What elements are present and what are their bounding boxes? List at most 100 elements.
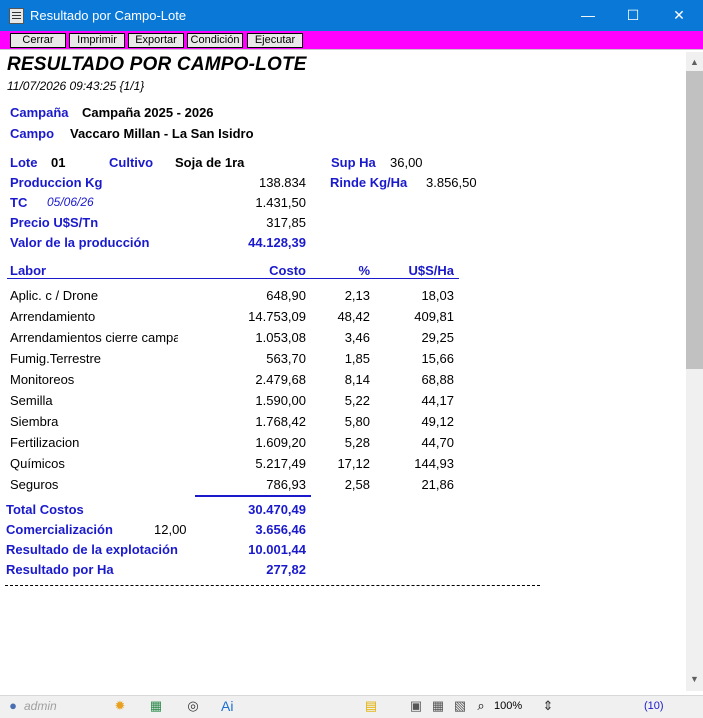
tc-date: 05/06/26: [47, 195, 94, 209]
folders-icon[interactable]: ▤: [362, 698, 380, 714]
row-pct: 2,13: [344, 288, 370, 303]
row-pct: 1,85: [344, 351, 370, 366]
scroll-down-icon[interactable]: ▼: [686, 671, 703, 688]
resultado-explotacion-label: Resultado de la explotación: [6, 542, 178, 557]
imprimir-button[interactable]: Imprimir: [69, 33, 125, 48]
produccion-label: Produccion Kg: [10, 175, 103, 190]
row-costo: 2.479,68: [255, 372, 306, 387]
row-labor: Fumig.Terrestre: [10, 351, 102, 366]
row-usha: 29,25: [421, 330, 454, 345]
status-bar: [0, 695, 703, 718]
valor-label: Valor de la producción: [10, 235, 150, 250]
sql-icon[interactable]: ▧: [452, 698, 468, 714]
resultado-ha-label: Resultado por Ha: [6, 562, 114, 577]
condicion-button[interactable]: Condición: [187, 33, 243, 48]
lote-value: 01: [51, 155, 66, 170]
row-costo: 563,70: [266, 351, 306, 366]
precio-value: 317,85: [266, 215, 306, 230]
row-pct: 48,42: [337, 309, 370, 324]
row-costo: 648,90: [266, 288, 306, 303]
row-labor: Seguros: [10, 477, 59, 492]
minimize-button[interactable]: —: [565, 0, 611, 31]
resultado-ha-value: 277,82: [266, 562, 306, 577]
user-name: admin: [24, 699, 57, 713]
precio-label: Precio U$S/Tn: [10, 215, 99, 230]
toolbar: Cerrar Imprimir Exportar Condición Ejecu…: [0, 31, 703, 49]
binoculars-icon[interactable]: ◎: [184, 698, 202, 714]
total-costos-label: Total Costos: [6, 502, 84, 517]
comercializacion-label: Comercialización: [6, 522, 113, 537]
row-pct: 5,80: [344, 414, 370, 429]
lote-label: Lote: [10, 155, 38, 170]
ai-button[interactable]: Ai: [221, 698, 233, 714]
calculator-icon[interactable]: ▦: [148, 698, 164, 714]
tc-label: TC: [10, 195, 28, 210]
row-usha: 144,93: [414, 456, 454, 471]
row-labor: Semilla: [10, 393, 53, 408]
row-labor: Químicos: [10, 456, 65, 471]
row-costo: 5.217,49: [255, 456, 306, 471]
scrollbar-thumb[interactable]: [686, 71, 703, 369]
row-costo: 1.609,20: [255, 435, 306, 450]
exportar-button[interactable]: Exportar: [128, 33, 184, 48]
sup-value: 36,00: [390, 155, 423, 170]
report-title: RESULTADO POR CAMPO-LOTE: [7, 54, 307, 75]
campo-value: Vaccaro Millan - La San Isidro: [70, 126, 254, 141]
tc-value: 1.431,50: [255, 195, 306, 210]
row-costo: 786,93: [266, 477, 306, 492]
row-labor: Aplic. c / Drone: [10, 288, 99, 303]
row-usha: 15,66: [421, 351, 454, 366]
col-labor-header: Labor: [10, 263, 47, 278]
resultado-explotacion-value: 10.001,44: [248, 542, 306, 557]
campana-label: Campaña: [10, 105, 69, 120]
zoom-icon[interactable]: ⌕: [474, 698, 488, 714]
valor-value: 44.128,39: [248, 235, 306, 250]
col-pct-header: %: [358, 263, 370, 278]
row-pct: 5,22: [344, 393, 370, 408]
row-labor: Siembra: [10, 414, 59, 429]
row-labor: Arrendamiento: [10, 309, 96, 324]
row-costo: 1.590,00: [255, 393, 306, 408]
row-costo: 1.768,42: [255, 414, 306, 429]
cultivo-value: Soja de 1ra: [175, 155, 245, 170]
row-labor: Arrendamientos cierre campa: [10, 330, 178, 345]
row-usha: 409,81: [414, 309, 454, 324]
window-title: Resultado por Campo-Lote: [30, 8, 187, 23]
row-pct: 3,46: [344, 330, 370, 345]
gear-icon[interactable]: ✹: [112, 698, 128, 714]
row-pct: 17,12: [337, 456, 370, 471]
fit-page-icon[interactable]: ⇕: [540, 698, 556, 714]
comercializacion-pct: 12,00: [154, 522, 187, 537]
toolbar-divider: [0, 49, 703, 50]
maximize-button[interactable]: ☐: [610, 0, 656, 31]
row-costo: 1.053,08: [255, 330, 306, 345]
scroll-up-icon[interactable]: ▲: [686, 54, 703, 71]
campo-label: Campo: [10, 126, 55, 141]
record-count: (10): [644, 700, 664, 712]
total-costos-value: 30.470,49: [248, 502, 306, 517]
calendar-icon[interactable]: ▣: [408, 698, 424, 714]
row-pct: 8,14: [344, 372, 370, 387]
col-usha-header: U$S/Ha: [408, 263, 454, 278]
total-underline: [195, 495, 311, 497]
col-costo-header: Costo: [269, 263, 306, 278]
row-pct: 2,58: [344, 477, 370, 492]
row-pct: 5,28: [344, 435, 370, 450]
produccion-value: 138.834: [259, 175, 306, 190]
rinde-value: 3.856,50: [426, 175, 477, 190]
user-icon: ●: [9, 698, 17, 713]
close-button[interactable]: ✕: [656, 0, 702, 31]
grid-icon[interactable]: ▦: [430, 698, 446, 714]
ejecutar-button[interactable]: Ejecutar: [247, 33, 303, 48]
row-usha: 68,88: [421, 372, 454, 387]
campana-value: Campaña 2025 - 2026: [82, 105, 214, 120]
row-usha: 44,17: [421, 393, 454, 408]
row-usha: 18,03: [421, 288, 454, 303]
comercializacion-value: 3.656,46: [255, 522, 306, 537]
cerrar-button[interactable]: Cerrar: [10, 33, 66, 48]
cultivo-label: Cultivo: [109, 155, 154, 170]
row-usha: 49,12: [421, 414, 454, 429]
title-bar: Resultado por Campo-Lote — ☐ ✕: [0, 0, 703, 31]
zoom-level[interactable]: 100%: [494, 700, 522, 712]
row-costo: 14.753,09: [248, 309, 306, 324]
